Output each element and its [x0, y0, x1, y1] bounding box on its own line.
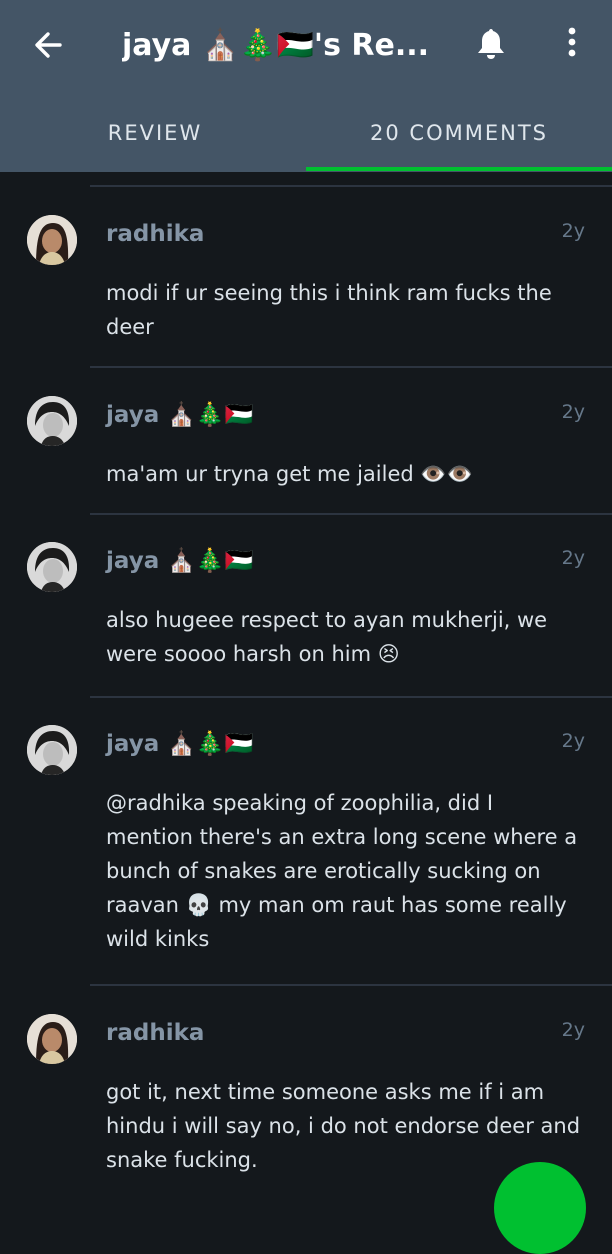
page-title: jaya ⛪🎄🇵🇸's Re... [122, 28, 430, 63]
active-tab-indicator [306, 167, 612, 171]
app-bar: jaya ⛪🎄🇵🇸's Re... [0, 0, 612, 90]
avatar[interactable] [27, 725, 77, 775]
arrow-left-icon [35, 32, 62, 58]
back-button[interactable] [30, 26, 68, 64]
avatar[interactable] [27, 542, 77, 592]
comment-line: ma'am ur tryna get me jailed 👁️👁️ [106, 462, 473, 486]
comment-timestamp: 2y [561, 730, 585, 752]
comment-text: @radhika speaking of zoophilia, did I me… [106, 786, 586, 956]
divider [90, 696, 612, 698]
comment-line: were soooo harsh on him 😣 [106, 642, 400, 666]
comment-line: mention there's an extra long scene wher… [106, 825, 578, 849]
comment-timestamp: 2y [561, 401, 585, 423]
comment-username[interactable]: jaya ⛪🎄🇵🇸 [106, 545, 253, 577]
comment-line: got it, next time someone asks me if i a… [106, 1080, 545, 1104]
more-vertical-icon [568, 27, 576, 57]
bell-icon [478, 29, 504, 59]
comment-timestamp: 2y [561, 547, 585, 569]
comment-line: raavan 💀 my man om raut has some really [106, 893, 567, 917]
comment-line: @radhika speaking of zoophilia, did I [106, 791, 494, 815]
divider [90, 366, 612, 368]
tab-bar: REVIEW 20 COMMENTS [0, 90, 612, 172]
comment-username[interactable]: jaya ⛪🎄🇵🇸 [106, 728, 253, 760]
avatar[interactable] [27, 1014, 77, 1064]
comment-text: got it, next time someone asks me if i a… [106, 1075, 586, 1177]
avatar[interactable] [27, 396, 77, 446]
notifications-button[interactable] [474, 26, 508, 62]
tab-review[interactable]: REVIEW [60, 90, 250, 172]
comment-timestamp: 2y [561, 1019, 585, 1041]
comment-text: ma'am ur tryna get me jailed 👁️👁️ [106, 457, 586, 491]
comment-text: modi if ur seeing this i think ram fucks… [106, 276, 586, 344]
comment-username[interactable]: jaya ⛪🎄🇵🇸 [106, 399, 253, 431]
avatar[interactable] [27, 215, 77, 265]
comment-username[interactable]: radhika [106, 1017, 204, 1049]
comment-line: also hugeee respect to ayan mukherji, we [106, 608, 548, 632]
comment-line: wild kinks [106, 927, 210, 951]
comment-line: hindu i will say no, i do not endorse de… [106, 1114, 581, 1138]
comment-line: bunch of snakes are erotically sucking o… [106, 859, 541, 883]
comment-line: modi if ur seeing this i think ram fucks… [106, 281, 552, 305]
tab-comments[interactable]: 20 COMMENTS [306, 90, 612, 172]
comment-text: also hugeee respect to ayan mukherji, we… [106, 603, 586, 671]
comment-timestamp: 2y [561, 220, 585, 242]
more-options-button[interactable] [560, 26, 584, 62]
comment-username[interactable]: radhika [106, 218, 204, 250]
divider [90, 185, 612, 187]
divider [90, 513, 612, 515]
comment-line: deer [106, 315, 154, 339]
floating-action-button[interactable] [494, 1162, 586, 1254]
divider [90, 984, 612, 986]
